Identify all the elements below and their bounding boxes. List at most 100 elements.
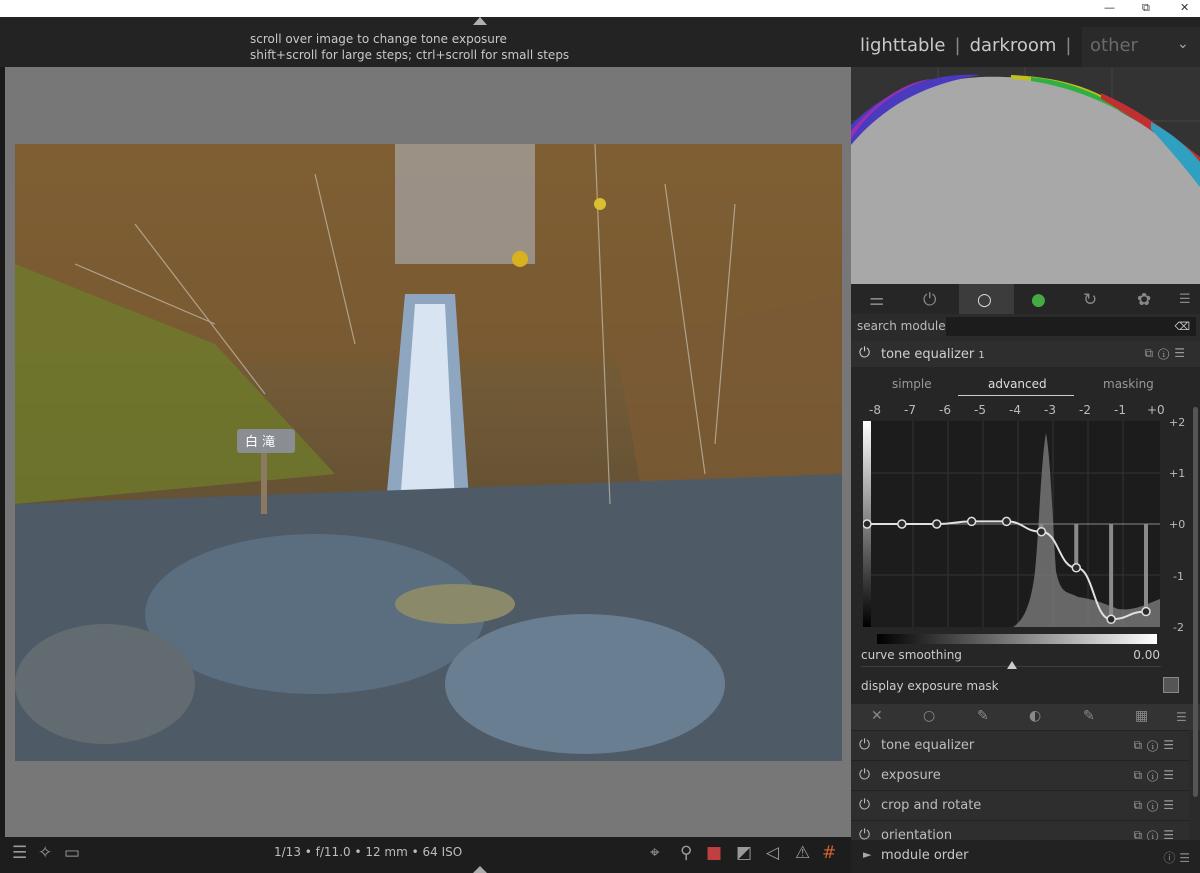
drawn-mask-icon[interactable]: ✎	[977, 708, 989, 724]
base-circle-icon[interactable]: ○	[977, 290, 992, 310]
focus-peaking-icon[interactable]: ⌖	[650, 843, 660, 863]
display-icon[interactable]: ▭	[64, 843, 80, 863]
guides-icon[interactable]: ◁	[766, 843, 779, 863]
module-crop-and-rotate[interactable]: ⏻ crop and rotate ⧉ⓘ☰	[851, 790, 1189, 820]
curve-node[interactable]	[966, 516, 977, 527]
menu-icon[interactable]: ☰	[12, 843, 27, 863]
module-title: tone equalizer 1	[881, 347, 985, 362]
correct-icon[interactable]: ↻	[1083, 290, 1097, 310]
uniform-mask-icon[interactable]: ○	[923, 708, 935, 724]
effects-icon[interactable]: ✿	[1137, 290, 1151, 310]
bulb-icon[interactable]: ⚲	[680, 843, 692, 863]
quick-access-icon[interactable]: ⚌	[869, 290, 884, 310]
module-orientation[interactable]: ⏻ orientation ⧉ⓘ☰	[851, 820, 1189, 840]
module-header-icons[interactable]: ⧉ⓘ☰	[1144, 346, 1190, 361]
view-darkroom[interactable]: darkroom	[970, 35, 1057, 56]
minimize-button[interactable]: —	[1104, 0, 1115, 16]
other-views-dropdown[interactable]: other ⌄	[1082, 27, 1200, 67]
exposure-mask-toggle[interactable]	[1163, 677, 1179, 693]
power-icon[interactable]: ⏻	[923, 290, 936, 310]
top-panel: scroll over image to change tone exposur…	[0, 17, 1200, 67]
power-icon[interactable]: ⏻	[859, 345, 870, 361]
module-order-title: module order	[881, 848, 969, 863]
curve-node[interactable]	[897, 519, 907, 529]
view-lighttable[interactable]: lighttable	[860, 35, 945, 56]
view-other[interactable]: other	[1090, 35, 1138, 56]
blend-off-icon[interactable]: ✕	[871, 708, 883, 724]
module-header-icons[interactable]: ⧉ⓘ☰	[1133, 768, 1179, 783]
x-tick: -2	[1079, 403, 1091, 417]
curve-node[interactable]	[1001, 516, 1012, 527]
raster-mask-icon[interactable]: ▦	[1135, 708, 1148, 724]
collapse-bottom-arrow-icon[interactable]	[473, 866, 487, 873]
close-button[interactable]: ✕	[1180, 0, 1189, 16]
hint-line-2: shift+scroll for large steps; ctrl+scrol…	[250, 48, 570, 62]
curve-smoothing-value[interactable]: 0.00	[1133, 648, 1160, 662]
module-group-tabs: ⚌ ⏻ ○ ● ↻ ✿ ☰	[851, 284, 1200, 314]
curve-node[interactable]	[862, 519, 872, 529]
module-header-icons[interactable]: ⧉ⓘ☰	[1133, 828, 1179, 840]
softproof-icon[interactable]: ■	[706, 843, 722, 863]
tabs-menu-icon[interactable]: ☰	[1179, 292, 1191, 307]
blend-menu-icon[interactable]: ☰	[1176, 710, 1187, 724]
bottom-panel: ☰ ✧ ▭ 1/13 • f/11.0 • 12 mm • 64 ISO ⌖ ⚲…	[0, 837, 851, 873]
grid-icon[interactable]: #	[822, 843, 836, 863]
chevron-down-icon[interactable]: ⌄	[1177, 36, 1189, 52]
tab-advanced[interactable]: advanced	[988, 377, 1047, 391]
window-titlebar: — ⧉ ✕	[0, 0, 1200, 17]
curve-node[interactable]	[1141, 606, 1151, 617]
image-canvas[interactable]: 白 滝	[5, 67, 851, 837]
tab-masking[interactable]: masking	[1103, 377, 1154, 391]
expand-triangle-icon[interactable]: ►	[863, 848, 871, 861]
curve-smoothing-label: curve smoothing	[861, 648, 962, 662]
module-title: orientation	[881, 828, 953, 840]
styles-icon[interactable]: ✧	[38, 843, 52, 863]
slider-handle[interactable]	[1007, 661, 1017, 669]
parametric-mask-icon[interactable]: ◐	[1029, 708, 1041, 724]
tone-curve-svg[interactable]	[862, 421, 1160, 627]
power-icon[interactable]: ⏻	[859, 827, 870, 840]
search-input[interactable]: ⌫	[946, 317, 1196, 336]
active-tab-underline	[958, 395, 1074, 396]
hint-line-1: scroll over image to change tone exposur…	[250, 32, 507, 46]
luminance-gradient	[877, 634, 1157, 644]
module-tone-equalizer[interactable]: ⏻ tone equalizer ⧉ⓘ☰	[851, 730, 1189, 760]
gamut-check-icon[interactable]: ◩	[736, 843, 752, 863]
view-switcher: lighttable | darkroom |	[860, 35, 1081, 56]
curve-node[interactable]	[932, 519, 942, 529]
hint-text: scroll over image to change tone exposur…	[250, 31, 569, 63]
power-icon[interactable]: ⏻	[859, 797, 870, 813]
x-tick: +0	[1147, 403, 1165, 417]
module-header-icons[interactable]: ⧉ⓘ☰	[1133, 798, 1179, 813]
y-tick: -1	[1173, 570, 1184, 583]
curve-node[interactable]	[1106, 614, 1116, 625]
clear-icon[interactable]: ⌫	[1174, 320, 1190, 333]
module-exposure[interactable]: ⏻ exposure ⧉ⓘ☰	[851, 760, 1189, 790]
drawn-parametric-mask-icon[interactable]: ✎	[1083, 708, 1095, 724]
module-order[interactable]: ► module order ⓘ ☰	[851, 840, 1200, 873]
tone-curve-graph[interactable]	[862, 421, 1160, 627]
tab-simple[interactable]: simple	[892, 377, 932, 391]
restore-button[interactable]: ⧉	[1142, 0, 1150, 16]
module-title: exposure	[881, 768, 941, 783]
module-order-icons[interactable]: ⓘ ☰	[1163, 849, 1190, 866]
color-icon[interactable]: ●	[1031, 290, 1046, 310]
exif-info: 1/13 • f/11.0 • 12 mm • 64 ISO	[274, 845, 463, 859]
overexposed-warning-icon[interactable]: ⚠	[795, 843, 810, 863]
photo-preview[interactable]: 白 滝	[15, 144, 842, 761]
histogram[interactable]	[851, 67, 1200, 284]
y-tick: +1	[1169, 467, 1186, 480]
module-instance: 1	[978, 350, 985, 361]
tone-equalizer-header[interactable]: ⏻ tone equalizer 1 ⧉ⓘ☰	[851, 341, 1200, 367]
power-icon[interactable]: ⏻	[859, 737, 870, 753]
right-panel-scrollbar[interactable]	[1193, 407, 1198, 797]
x-tick: -8	[869, 403, 881, 417]
module-header-icons[interactable]: ⧉ⓘ☰	[1133, 738, 1179, 753]
curve-node[interactable]	[1071, 563, 1081, 573]
svg-text:白 滝: 白 滝	[245, 434, 275, 450]
tone-eq-tabs: simple advanced masking	[851, 377, 1200, 399]
power-icon[interactable]: ⏻	[859, 767, 870, 783]
x-tick: -1	[1114, 403, 1126, 417]
collapse-top-arrow-icon[interactable]	[473, 17, 487, 25]
curve-node[interactable]	[1036, 526, 1047, 537]
